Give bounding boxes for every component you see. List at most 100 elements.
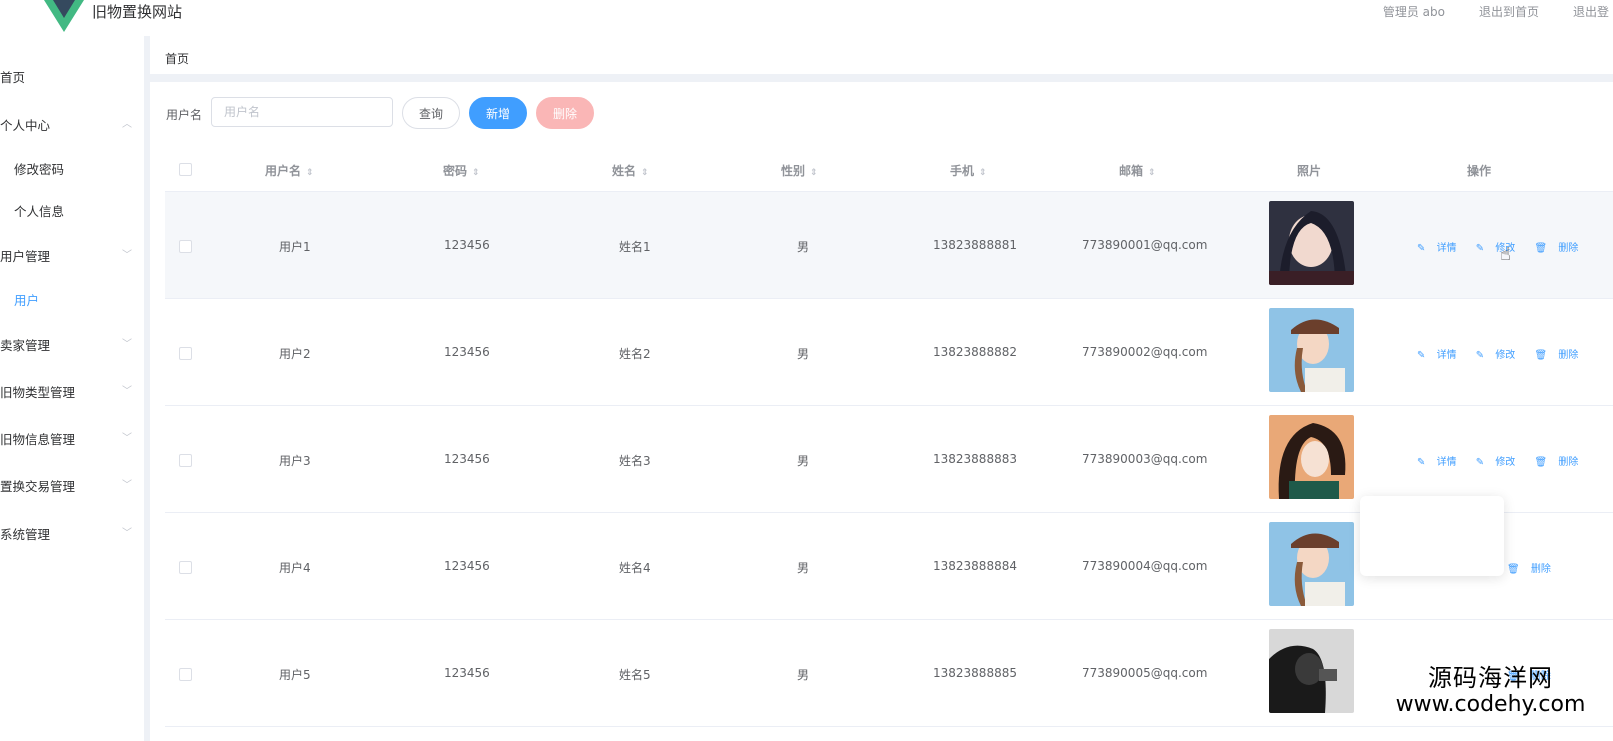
admin-label: 管理员 abo xyxy=(1382,5,1445,19)
user-photo[interactable] xyxy=(1269,308,1354,392)
column-header-phone[interactable]: 手机 ⇕ xyxy=(950,162,987,179)
cell-phone: 13823888883 xyxy=(933,452,1017,466)
column-header-name[interactable]: 姓名 ⇕ xyxy=(612,162,649,179)
column-header-actions: 操作 xyxy=(1467,164,1492,178)
sort-icon: ⇕ xyxy=(1148,168,1156,178)
sidebar-item-label: 用户管理 xyxy=(0,249,51,264)
sidebar: 首页 个人中心 ︿ 修改密码 个人信息 用户管理 ﹀ 用户 卖家管理 ﹀ 旧物类… xyxy=(0,36,150,741)
sidebar-item-label: 修改密码 xyxy=(14,162,65,177)
edit-pencil-icon: ✎ xyxy=(1475,457,1488,468)
add-button[interactable]: 新增 xyxy=(469,97,527,129)
delete-link[interactable]: 🗑 删除 xyxy=(1507,564,1559,575)
breadcrumb-home[interactable]: 首页 xyxy=(165,50,189,67)
table-row: 用户1 123456 姓名1 男 13823888881 773890001@q… xyxy=(165,192,1613,299)
sidebar-item-label: 首页 xyxy=(0,70,26,85)
detail-link[interactable]: ✎ 详情 xyxy=(1417,457,1465,468)
row-actions: ✎ 详情 ✎ 修改 🗑 删除 xyxy=(1417,453,1594,468)
chevron-down-icon: ﹀ xyxy=(122,433,132,444)
cell-username: 用户1 xyxy=(279,240,311,254)
chevron-down-icon: ﹀ xyxy=(122,339,132,350)
column-header-username[interactable]: 用户名 ⇕ xyxy=(265,162,314,179)
cell-gender: 男 xyxy=(797,240,810,254)
chevron-down-icon: ﹀ xyxy=(122,480,132,491)
edit-pencil-icon: ✎ xyxy=(1417,457,1429,468)
cell-name: 姓名4 xyxy=(619,561,651,575)
sidebar-item-label: 个人中心 xyxy=(0,118,51,133)
detail-link[interactable]: ✎ 详情 xyxy=(1417,350,1465,361)
select-all-checkbox[interactable] xyxy=(179,163,192,176)
cell-gender: 男 xyxy=(797,561,810,575)
watermark-title: 源码海洋网 xyxy=(1428,664,1553,692)
sidebar-item-label: 旧物类型管理 xyxy=(0,385,76,400)
sort-icon: ⇕ xyxy=(810,168,818,178)
batch-delete-button[interactable]: 删除 xyxy=(536,97,594,129)
sidebar-item-label: 卖家管理 xyxy=(0,338,51,353)
query-button[interactable]: 查询 xyxy=(402,97,460,129)
row-checkbox[interactable] xyxy=(179,668,192,681)
row-checkbox[interactable] xyxy=(179,240,192,253)
edit-pencil-icon: ✎ xyxy=(1417,350,1429,361)
row-checkbox[interactable] xyxy=(179,347,192,360)
delete-link[interactable]: 🗑 删除 xyxy=(1535,350,1587,361)
vue-logo-icon xyxy=(44,0,84,32)
breadcrumb: 首页 xyxy=(150,36,1613,82)
row-checkbox[interactable] xyxy=(179,561,192,574)
cell-gender: 男 xyxy=(797,668,810,682)
user-photo[interactable] xyxy=(1269,522,1354,606)
cell-password: 123456 xyxy=(444,238,490,252)
column-header-gender[interactable]: 性别 ⇕ xyxy=(781,162,818,179)
site-title: 旧物置换网站 xyxy=(92,3,183,21)
cell-name: 姓名5 xyxy=(619,668,651,682)
logout-link[interactable]: 退出登 xyxy=(1573,3,1613,20)
cell-phone: 13823888885 xyxy=(933,666,1017,680)
trash-icon: 🗑 xyxy=(1534,457,1551,468)
user-photo[interactable] xyxy=(1269,201,1354,285)
trash-icon: 🗑 xyxy=(1507,564,1523,575)
top-header: 旧物置换网站 管理员 abo 退出到首页 退出登 xyxy=(0,0,1613,36)
sidebar-item-label: 旧物信息管理 xyxy=(0,432,76,447)
trash-icon: 🗑 xyxy=(1534,350,1551,361)
header-actions: 管理员 abo 退出到首页 退出登 xyxy=(1383,3,1613,20)
edit-link[interactable]: ✎ 修改 xyxy=(1476,457,1524,468)
sidebar-item-label: 个人信息 xyxy=(14,204,65,219)
back-home-link[interactable]: 退出到首页 xyxy=(1479,3,1539,20)
username-search-input[interactable] xyxy=(211,97,393,127)
edit-link[interactable]: ✎ 修改 xyxy=(1476,350,1524,361)
sort-icon: ⇕ xyxy=(472,168,480,178)
hand-cursor-icon: ☝ xyxy=(1500,244,1511,265)
watermark: 源码海洋网 www.codehy.com xyxy=(1368,664,1613,718)
search-bar: 用户名 查询 新增 删除 xyxy=(150,90,1613,136)
cell-name: 姓名2 xyxy=(619,347,651,361)
row-checkbox[interactable] xyxy=(179,454,192,467)
cell-email: 773890004@qq.com xyxy=(1082,559,1208,573)
cell-email: 773890003@qq.com xyxy=(1082,452,1208,466)
table-row: 用户2 123456 姓名2 男 13823888882 773890002@q… xyxy=(165,299,1613,406)
cell-email: 773890005@qq.com xyxy=(1082,666,1208,680)
user-photo[interactable] xyxy=(1269,629,1354,713)
user-table: 用户名 ⇕ 密码 ⇕ 姓名 ⇕ 性别 ⇕ 手机 ⇕ 邮箱 ⇕ 照片 操作 用户1 12345… xyxy=(165,146,1613,741)
cell-password: 123456 xyxy=(444,452,490,466)
cell-email: 773890001@qq.com xyxy=(1082,238,1208,252)
column-header-photo: 照片 xyxy=(1297,164,1322,178)
sort-icon: ⇕ xyxy=(641,168,649,178)
column-header-password[interactable]: 密码 ⇕ xyxy=(443,162,480,179)
sidebar-item-label: 用户 xyxy=(14,293,40,308)
detail-link[interactable]: ✎ 详情 xyxy=(1417,243,1465,254)
sidebar-item-label: 置换交易管理 xyxy=(0,479,76,494)
cell-password: 123456 xyxy=(444,559,490,573)
cell-email: 773890002@qq.com xyxy=(1082,345,1208,359)
delete-link[interactable]: 🗑 删除 xyxy=(1535,243,1587,254)
cell-gender: 男 xyxy=(797,347,810,361)
column-header-email[interactable]: 邮箱 ⇕ xyxy=(1119,162,1156,179)
floating-popup xyxy=(1360,496,1504,576)
cell-username: 用户2 xyxy=(279,347,311,361)
cell-phone: 13823888881 xyxy=(933,238,1017,252)
sort-icon: ⇕ xyxy=(306,168,314,178)
user-photo[interactable] xyxy=(1269,415,1354,499)
cell-phone: 13823888882 xyxy=(933,345,1017,359)
edit-pencil-icon: ✎ xyxy=(1417,243,1429,254)
cell-username: 用户4 xyxy=(279,561,311,575)
table-header: 用户名 ⇕ 密码 ⇕ 姓名 ⇕ 性别 ⇕ 手机 ⇕ 邮箱 ⇕ 照片 操作 xyxy=(165,146,1613,192)
delete-link[interactable]: 🗑 删除 xyxy=(1535,457,1587,468)
cell-phone: 13823888884 xyxy=(933,559,1017,573)
